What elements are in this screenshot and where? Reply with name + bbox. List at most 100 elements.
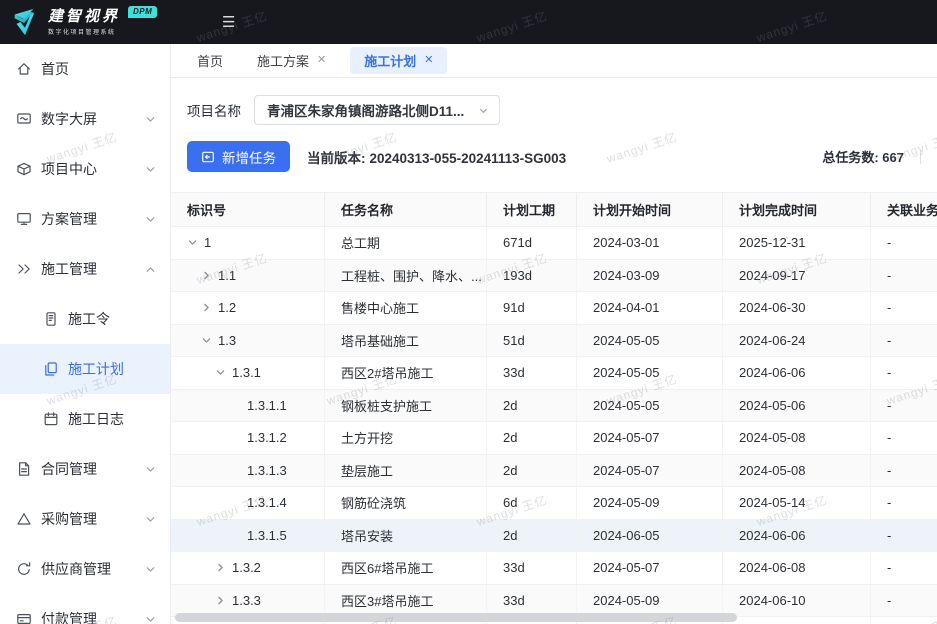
- table-row-1.3.1.4[interactable]: 1.3.1.4钢筋砼浇筑6d2024-05-092024-05-14-: [171, 487, 937, 520]
- task-finish-cell: 2024-06-06: [723, 520, 871, 552]
- sidebar-item-label: 施工日志: [68, 409, 124, 429]
- column-header-5: 关联业务计划: [871, 193, 937, 226]
- table-row-1[interactable]: 1总工期671d2024-03-012025-12-31-: [171, 227, 937, 260]
- table-row-1.2[interactable]: 1.2售楼中心施工91d2024-04-012024-06-30-: [171, 292, 937, 325]
- project-name-label: 项目名称: [187, 100, 241, 120]
- expand-row-icon[interactable]: [215, 595, 232, 606]
- sidebar-item-2[interactable]: 项目中心: [0, 144, 170, 194]
- sidebar-item-3[interactable]: 方案管理: [0, 194, 170, 244]
- task-total-label: 总任务数: 667: [822, 147, 904, 166]
- toolbar-divider: [920, 150, 921, 164]
- tab-0[interactable]: 首页: [187, 47, 233, 74]
- task-finish-cell: 2024-06-10: [723, 585, 871, 617]
- table-row-1.3.2[interactable]: 1.3.2西区6#塔吊施工33d2024-05-072024-06-08-: [171, 552, 937, 585]
- sidebar-item-0[interactable]: 首页: [0, 44, 170, 94]
- task-finish-cell: 2024-05-08: [723, 422, 871, 454]
- construction-mgmt-icon: [16, 261, 32, 277]
- sidebar-item-8[interactable]: 合同管理: [0, 444, 170, 494]
- chevron-down-icon: [145, 514, 156, 525]
- chevron-down-icon: [145, 214, 156, 225]
- task-finish-cell: 2024-05-08: [723, 455, 871, 487]
- table-row-1.3.1[interactable]: 1.3.1西区2#塔吊施工33d2024-05-052024-06-06-: [171, 357, 937, 390]
- task-name-cell: 工程桩、围护、降水、...: [325, 260, 487, 292]
- contract-icon: [16, 461, 32, 477]
- task-biz-cell: -: [871, 260, 937, 292]
- main-panel: 首页 施工方案✕ 施工计划✕ 项目名称 青浦区朱家角镇阁游路北侧D11... 新增任…: [171, 44, 937, 624]
- tab-label: 首页: [197, 51, 223, 70]
- chevron-down-icon: [145, 464, 156, 475]
- purchase-icon: [16, 511, 32, 527]
- collapse-row-icon[interactable]: [215, 367, 232, 378]
- table-row-1.3.1.5[interactable]: 1.3.1.5塔吊安装2d2024-06-052024-06-06-: [171, 520, 937, 553]
- table-row-1.3.1.1[interactable]: 1.3.1.1钢板桩支护施工2d2024-05-052024-05-06-: [171, 390, 937, 423]
- task-id-cell: 1.1: [171, 260, 325, 292]
- task-start-cell: 2024-05-07: [577, 552, 723, 584]
- task-id-cell: 1.2: [171, 292, 325, 324]
- task-duration-cell: 6d: [487, 487, 577, 519]
- task-finish-cell: 2024-05-06: [723, 390, 871, 422]
- sidebar-item-label: 付款管理: [41, 609, 97, 624]
- task-start-cell: 2024-06-05: [577, 520, 723, 552]
- task-duration-cell: 2d: [487, 455, 577, 487]
- sidebar-item-7[interactable]: 施工日志: [0, 394, 170, 444]
- chevron-down-icon: [145, 114, 156, 125]
- task-start-cell: 2024-05-07: [577, 422, 723, 454]
- menu-toggle-icon[interactable]: ☰: [222, 15, 235, 30]
- table-row-1.3.1.3[interactable]: 1.3.1.3垫层施工2d2024-05-072024-05-08-: [171, 455, 937, 488]
- task-name-cell: 西区6#塔吊施工: [325, 552, 487, 584]
- sidebar-item-6[interactable]: 施工计划: [0, 344, 170, 394]
- table-row-1.1[interactable]: 1.1工程桩、围护、降水、...193d2024-03-092024-09-17…: [171, 260, 937, 293]
- task-name-cell: 钢板桩支护施工: [325, 390, 487, 422]
- task-name-cell: 西区3#塔吊施工: [325, 585, 487, 617]
- task-start-cell: 2024-05-05: [577, 325, 723, 357]
- task-finish-cell: 2024-09-17: [723, 260, 871, 292]
- close-tab-icon[interactable]: ✕: [424, 55, 433, 66]
- table-body: 1总工期671d2024-03-012025-12-31-1.1工程桩、围护、降…: [171, 227, 937, 624]
- task-duration-cell: 193d: [487, 260, 577, 292]
- project-select-value: 青浦区朱家角镇阁游路北侧D11...: [267, 100, 478, 120]
- task-id-cell: 1: [171, 227, 325, 259]
- expand-row-icon[interactable]: [201, 302, 218, 313]
- sidebar-item-4[interactable]: 施工管理: [0, 244, 170, 294]
- collapse-row-icon[interactable]: [187, 237, 204, 248]
- collapse-row-icon[interactable]: [201, 335, 218, 346]
- sidebar-item-9[interactable]: 采购管理: [0, 494, 170, 544]
- task-biz-cell: -: [871, 227, 937, 259]
- task-biz-cell: -: [871, 617, 937, 624]
- sidebar-item-11[interactable]: 付款管理: [0, 594, 170, 624]
- task-name-cell: 西区2#塔吊施工: [325, 357, 487, 389]
- version-label: 当前版本:: [307, 151, 366, 166]
- expand-row-icon[interactable]: [215, 562, 232, 573]
- sidebar-item-5[interactable]: 施工令: [0, 294, 170, 344]
- task-duration-cell: 51d: [487, 325, 577, 357]
- sidebar-item-label: 数字大屏: [41, 109, 97, 129]
- sidebar-item-1[interactable]: 数字大屏: [0, 94, 170, 144]
- tab-1[interactable]: 施工方案✕: [247, 47, 336, 74]
- project-select[interactable]: 青浦区朱家角镇阁游路北侧D11...: [254, 95, 500, 125]
- table-row-1.3.1.2[interactable]: 1.3.1.2土方开挖2d2024-05-072024-05-08-: [171, 422, 937, 455]
- sidebar-item-label: 首页: [41, 59, 69, 79]
- task-finish-cell: 2024-06-24: [723, 325, 871, 357]
- task-id: 1.3.1.2: [247, 430, 287, 445]
- task-name-cell: 售楼中心施工: [325, 292, 487, 324]
- plan-mgmt-icon: [16, 211, 32, 227]
- payment-icon: [16, 611, 32, 624]
- chevron-down-icon: [145, 564, 156, 575]
- supplier-icon: [16, 561, 32, 577]
- task-biz-cell: -: [871, 487, 937, 519]
- task-biz-cell: -: [871, 390, 937, 422]
- expand-row-icon[interactable]: [201, 270, 218, 281]
- task-biz-cell: -: [871, 357, 937, 389]
- add-task-button[interactable]: 新增任务: [187, 141, 290, 172]
- app-logo: 建智视界 数字化项目管理系统 DPM: [0, 0, 171, 44]
- task-id: 1.3.1.3: [247, 463, 287, 478]
- horizontal-scrollbar[interactable]: [175, 613, 737, 622]
- sidebar-item-10[interactable]: 供应商管理: [0, 544, 170, 594]
- task-id: 1.3.1.5: [247, 528, 287, 543]
- chevron-down-icon: [145, 164, 156, 175]
- close-tab-icon[interactable]: ✕: [317, 55, 326, 66]
- table-row-1.3[interactable]: 1.3塔吊基础施工51d2024-05-052024-06-24-: [171, 325, 937, 358]
- task-finish-cell: 2024-06-30: [723, 292, 871, 324]
- tab-2[interactable]: 施工计划✕: [350, 47, 447, 74]
- construction-log-icon: [43, 411, 59, 427]
